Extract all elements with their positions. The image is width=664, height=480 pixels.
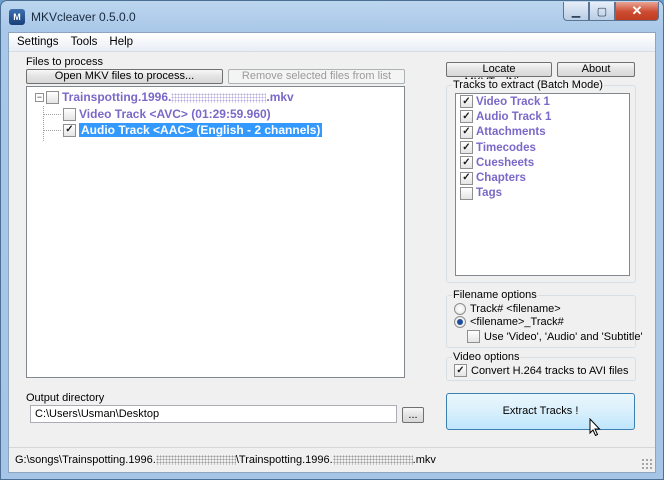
track-item-attachments[interactable]: ✓ Attachments [456,125,629,140]
track-item-audio[interactable]: ✓ Audio Track 1 [456,109,629,124]
root-checkbox[interactable] [46,90,59,104]
track-label: Cuesheets [476,156,535,169]
track-checkbox[interactable] [460,186,473,200]
track-item-cuesheets[interactable]: ✓ Cuesheets [456,155,629,170]
browse-button[interactable]: ... [402,407,424,423]
close-icon: ✕ [631,3,643,18]
track-checkbox[interactable]: ✓ [460,171,473,185]
menu-help[interactable]: Help [103,36,139,48]
close-button[interactable]: ✕ [615,2,659,21]
client-area: Settings Tools Help Files to process Ope… [8,32,656,473]
window-controls: ▁ ▢ ✕ [563,2,659,22]
track-label: Chapters [476,172,526,185]
file-tree[interactable]: − Trainspotting.1996. .mkv Video Track <A… [26,86,405,378]
track-item-chapters[interactable]: ✓ Chapters [456,170,629,185]
mkv-app-icon: M [9,9,25,25]
app-window: M MKVcleaver 0.5.0.0 ▁ ▢ ✕ Settings Tool… [0,0,664,480]
video-options-label: Video options [452,351,521,363]
tracks-group-label: Tracks to extract (Batch Mode) [452,79,604,91]
minimize-icon: ▁ [571,5,581,18]
minimize-button[interactable]: ▁ [563,2,589,21]
audio-track-checkbox[interactable]: ✓ [63,123,76,137]
option-label: Track# <filename> [470,303,561,315]
maximize-icon: ▢ [596,5,608,18]
menu-settings[interactable]: Settings [11,36,65,48]
mouse-cursor-icon [589,418,601,437]
blurred-filename-mask [171,92,267,103]
maximize-button[interactable]: ▢ [589,2,615,21]
track-item-timecodes[interactable]: ✓ Timecodes [456,140,629,155]
radio-filename-track[interactable] [454,316,466,328]
tracks-list[interactable]: ✓ Video Track 1 ✓ Audio Track 1 ✓ Attachmen… [455,93,630,276]
status-path: G:\songs\Trainspotting.1996. \Trainspotti… [15,454,436,466]
track-item-video[interactable]: ✓ Video Track 1 [456,94,629,109]
audio-track-label: Audio Track <AAC> (English - 2 channels) [79,123,323,137]
collapse-icon[interactable]: − [35,92,44,102]
track-label: Audio Track 1 [476,110,552,123]
track-checkbox[interactable]: ✓ [460,95,473,109]
status-bar: G:\songs\Trainspotting.1996. \Trainspotti… [9,447,655,472]
use-names-option[interactable]: Use 'Video', 'Audio' and 'Subtitle' [467,330,643,343]
extract-tracks-button[interactable]: Extract Tracks ! [446,393,635,430]
filename-options-label: Filename options [452,289,538,301]
track-label: Attachments [476,126,546,139]
track-label: Tags [476,187,502,200]
track-label: Timecodes [476,141,536,154]
video-track-checkbox[interactable] [63,107,76,121]
tree-line [43,114,61,115]
output-directory-label: Output directory [26,392,105,404]
blurred-path-mask [332,455,413,466]
locate-mkvtoolnix-button[interactable]: Locate MKVToolNix... [446,62,552,88]
convert-h264-checkbox[interactable]: ✓ [454,364,467,377]
option-track-filename[interactable]: Track# <filename> [454,303,561,315]
option-label: Use 'Video', 'Audio' and 'Subtitle' [484,330,643,343]
track-checkbox[interactable]: ✓ [460,110,473,124]
radio-track-filename[interactable] [454,303,466,315]
use-names-checkbox[interactable] [467,330,480,343]
track-checkbox[interactable]: ✓ [460,141,473,155]
menu-bar: Settings Tools Help [9,33,655,52]
tree-video-track[interactable]: Video Track <AVC> (01:29:59.960) [63,106,271,122]
tree-line [43,106,44,141]
track-checkbox[interactable]: ✓ [460,156,473,170]
convert-h264-option[interactable]: ✓ Convert H.264 tracks to AVI files [454,364,629,377]
title-bar[interactable]: M MKVcleaver 0.5.0.0 ▁ ▢ ✕ [1,1,663,33]
remove-files-button[interactable]: Remove selected files from list [228,69,405,84]
menu-tools[interactable]: Tools [65,36,104,48]
tree-line [43,130,61,131]
about-button[interactable]: About [557,62,635,77]
video-track-label: Video Track <AVC> (01:29:59.960) [79,107,271,121]
track-checkbox[interactable]: ✓ [460,125,473,139]
track-item-tags[interactable]: Tags [456,186,629,201]
blurred-path-mask [155,455,236,466]
resize-grip-icon[interactable] [641,458,653,470]
output-directory-field[interactable]: C:\Users\Usman\Desktop [30,405,397,423]
tree-audio-track[interactable]: ✓ Audio Track <AAC> (English - 2 channel… [63,122,323,138]
window-title: MKVcleaver 0.5.0.0 [31,10,136,24]
open-files-button[interactable]: Open MKV files to process... [26,69,223,84]
files-to-process-label: Files to process [26,56,104,68]
option-label: <filename>_Track# [470,316,564,328]
tree-root-file[interactable]: − Trainspotting.1996. .mkv [35,89,294,105]
option-label: Convert H.264 tracks to AVI files [471,364,629,377]
track-label: Video Track 1 [476,95,550,108]
option-filename-track[interactable]: <filename>_Track# [454,316,564,328]
root-file-name: Trainspotting.1996. .mkv [62,90,294,104]
